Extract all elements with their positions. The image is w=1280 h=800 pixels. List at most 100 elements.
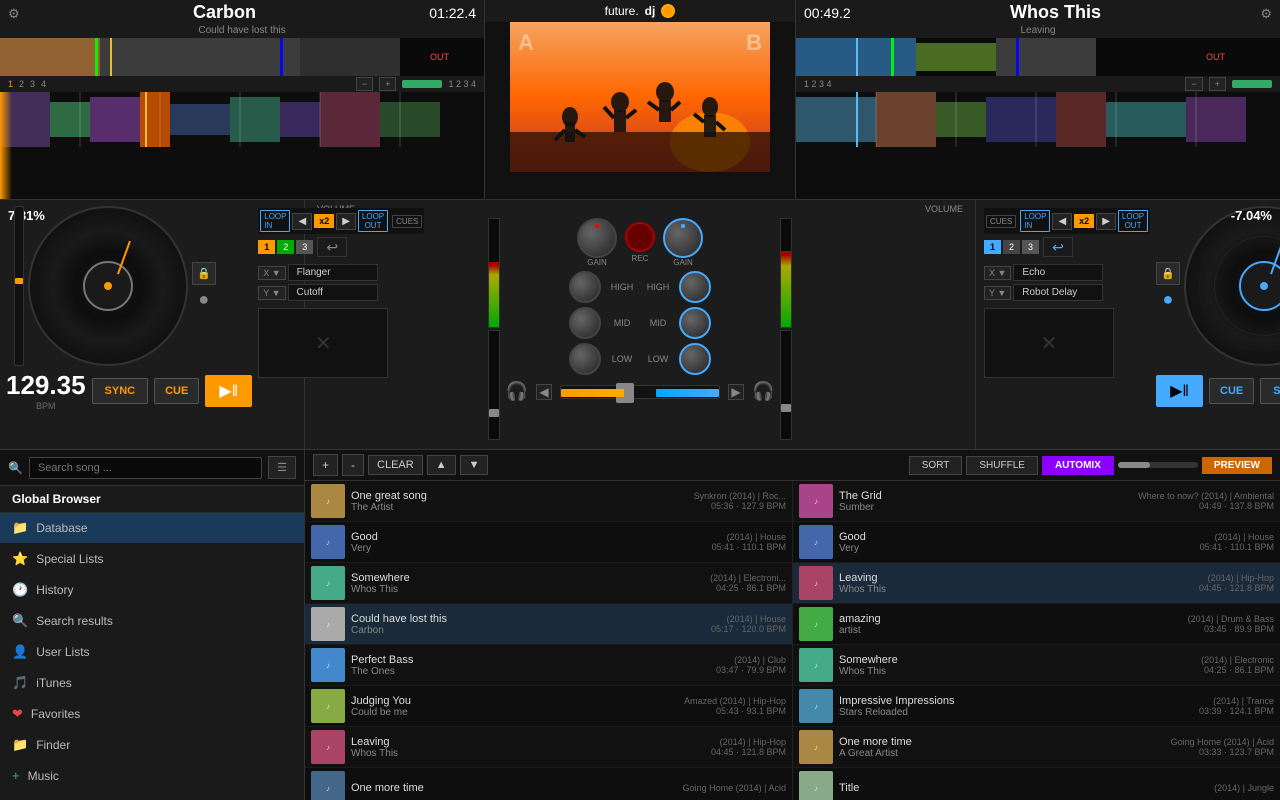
- deck-left-fx-y-btn[interactable]: Y ▼: [258, 286, 285, 300]
- deck-right-plus-btn[interactable]: +: [1209, 77, 1226, 91]
- track-item[interactable]: ♪ One more time Going Home (2014) | Acid: [305, 768, 792, 800]
- deck-left-plus-btn[interactable]: +: [379, 77, 396, 91]
- track-item[interactable]: ♪ Good Very (2014) | House 05:41 · 110.1…: [305, 522, 792, 563]
- track-item[interactable]: ♪ Somewhere Whos This (2014) | Electroni…: [305, 563, 792, 604]
- deck-right-sync-btn[interactable]: SYNC: [1260, 378, 1280, 404]
- mixer-eq-mid-right[interactable]: [679, 307, 711, 339]
- deck-left-fx2[interactable]: Cutoff: [288, 284, 378, 301]
- mixer-left-vol-fader[interactable]: [488, 330, 500, 440]
- track-item[interactable]: ♪ One great song The Artist Synkron (201…: [305, 481, 792, 522]
- mixer-high-label-r: HIGH: [643, 282, 673, 292]
- deck-left-lock-icon[interactable]: 🔒: [192, 262, 216, 285]
- track-item[interactable]: ♪ Leaving Whos This (2014) | Hip-Hop 04:…: [305, 727, 792, 768]
- mixer-volume-right-label: VOLUME: [925, 204, 963, 214]
- deck-left-play-btn[interactable]: ▶‖: [205, 375, 252, 407]
- track-item[interactable]: ♪ Somewhere Whos This (2014) | Electroni…: [793, 645, 1280, 686]
- deck-left-cue-btn[interactable]: CUE: [154, 378, 199, 404]
- deck-right-fx2[interactable]: Robot Delay: [1013, 284, 1103, 301]
- track-info: Somewhere Whos This: [351, 572, 704, 595]
- crossfader-next-btn[interactable]: ▶: [728, 384, 744, 400]
- track-item[interactable]: ♪ amazing artist (2014) | Drum & Bass 03…: [793, 604, 1280, 645]
- toolbar-up-btn[interactable]: ▲: [427, 455, 456, 475]
- deck-right-cue3[interactable]: 3: [1022, 240, 1039, 254]
- sidebar-item-music[interactable]: + Music: [0, 761, 304, 791]
- deck-left-x2-btn[interactable]: x2: [314, 214, 334, 228]
- deck-right-x2-btn[interactable]: x2: [1074, 214, 1094, 228]
- deck-left-pitch-slider[interactable]: [14, 206, 24, 366]
- mixer-eq-high-right[interactable]: [679, 271, 711, 303]
- deck-left-fx-x-btn[interactable]: X ▼: [258, 266, 285, 280]
- search-list-btn[interactable]: ☰: [268, 456, 296, 479]
- toolbar-add-btn[interactable]: +: [313, 454, 338, 476]
- sidebar-item-favorites[interactable]: ❤ Favorites: [0, 699, 304, 730]
- deck-left-cue1[interactable]: 1: [258, 240, 275, 254]
- toolbar-automix-btn[interactable]: AUTOMIX: [1042, 456, 1114, 475]
- deck-right-turntable[interactable]: [1184, 206, 1280, 366]
- deck-left-cue3[interactable]: 3: [296, 240, 313, 254]
- track-item[interactable]: ♪ Impressive Impressions Stars Reloaded …: [793, 686, 1280, 727]
- track-item[interactable]: ♪ Could have lost this Carbon (2014) | H…: [305, 604, 792, 645]
- headphone-right-icon[interactable]: 🎧: [752, 381, 774, 402]
- mixer-eq-mid-left[interactable]: [569, 307, 601, 339]
- toolbar-shuffle-btn[interactable]: SHUFFLE: [966, 456, 1038, 475]
- deck-right-fx-y-btn[interactable]: Y ▼: [984, 286, 1011, 300]
- sidebar-item-user-lists[interactable]: 👤 User Lists: [0, 637, 304, 668]
- deck-left-turntable[interactable]: [28, 206, 188, 366]
- deck-right-cue2[interactable]: 2: [1003, 240, 1020, 254]
- toolbar-sort-btn[interactable]: SORT: [909, 456, 963, 475]
- mixer-right-vol-fader[interactable]: [780, 330, 792, 440]
- mixer-eq-low-right[interactable]: [679, 343, 711, 375]
- crossfader-prev-btn[interactable]: ◀: [536, 384, 552, 400]
- deck-right-cue1[interactable]: 1: [984, 240, 1001, 254]
- deck-right-minus-btn[interactable]: −: [1185, 77, 1202, 91]
- mixer-eq-low-left[interactable]: [569, 343, 601, 375]
- deck-right-title: Whos This: [1010, 2, 1101, 23]
- crossfader[interactable]: [560, 385, 720, 399]
- sidebar-icon-special-lists: ⭐: [12, 551, 28, 567]
- deck-left-minus-btn[interactable]: −: [356, 77, 373, 91]
- deck-right-controls: CUES LOOPIN ◀ x2 ▶ LOOPOUT 1 2 3 ↩ X ▼ E…: [975, 200, 1280, 449]
- deck-left-sync-btn[interactable]: SYNC: [92, 378, 149, 404]
- mixer-gain-left-knob[interactable]: [577, 218, 617, 258]
- sidebar-item-history[interactable]: 🕐 History: [0, 575, 304, 606]
- deck-right-play-btn[interactable]: ▶‖: [1156, 375, 1203, 407]
- sidebar-item-database[interactable]: 📁 Database: [0, 513, 304, 544]
- deck-left-cue2[interactable]: 2: [277, 240, 294, 254]
- toolbar-preview-btn[interactable]: PREVIEW: [1202, 457, 1272, 474]
- deck-left-subtitle: Could have lost this: [0, 25, 484, 38]
- deck-right-fx-x-btn[interactable]: X ▼: [984, 266, 1011, 280]
- sidebar-icon-search-results: 🔍: [12, 613, 28, 629]
- track-item[interactable]: ♪ One more time A Great Artist Going Hom…: [793, 727, 1280, 768]
- track-item[interactable]: ♪ The Grid Sumber Where to now? (2014) |…: [793, 481, 1280, 522]
- track-item[interactable]: ♪ Title (2014) | Jungle: [793, 768, 1280, 800]
- sidebar-item-itunes[interactable]: 🎵 iTunes: [0, 668, 304, 699]
- deck-right-gear-icon[interactable]: ⚙: [1260, 6, 1272, 22]
- mixer-rec-btn[interactable]: [625, 222, 655, 252]
- sidebar-item-special-lists[interactable]: ⭐ Special Lists: [0, 544, 304, 575]
- search-input[interactable]: [29, 457, 262, 479]
- headphone-left-icon[interactable]: 🎧: [506, 381, 528, 402]
- sidebar-item-search-results[interactable]: 🔍 Search results: [0, 606, 304, 637]
- deck-left-pitch-dot: ●: [198, 289, 209, 310]
- mixer-eq-high-left[interactable]: [569, 271, 601, 303]
- track-item[interactable]: ♪ Perfect Bass The Ones (2014) | Club 03…: [305, 645, 792, 686]
- mixer-gain-right-knob[interactable]: [663, 218, 703, 258]
- sidebar-item-movies[interactable]: + Movies: [0, 791, 304, 800]
- toolbar-remove-btn[interactable]: -: [342, 454, 364, 476]
- sidebar-item-finder[interactable]: 📁 Finder: [0, 730, 304, 761]
- toolbar-down-btn[interactable]: ▼: [460, 455, 489, 475]
- deck-left-loop-prev-btn[interactable]: ◀: [292, 213, 312, 230]
- toolbar-clear-btn[interactable]: CLEAR: [368, 455, 423, 475]
- deck-left-loop-out-label: LOOPOUT: [358, 210, 388, 232]
- deck-left-gear-icon[interactable]: ⚙: [8, 6, 20, 22]
- deck-right-fx1[interactable]: Echo: [1013, 264, 1103, 281]
- deck-right-loop-prev-btn[interactable]: ◀: [1052, 213, 1072, 230]
- track-item[interactable]: ♪ Judging You Could be me Amazed (2014) …: [305, 686, 792, 727]
- track-item[interactable]: ♪ Leaving Whos This (2014) | Hip-Hop 04:…: [793, 563, 1280, 604]
- deck-right-cue-btn[interactable]: CUE: [1209, 378, 1254, 404]
- deck-left-loop-next-btn[interactable]: ▶: [336, 213, 356, 230]
- track-item[interactable]: ♪ Good Very (2014) | House 05:41 · 110.1…: [793, 522, 1280, 563]
- deck-left-fx1[interactable]: Flanger: [288, 264, 378, 281]
- deck-right-lock-icon[interactable]: 🔒: [1156, 262, 1180, 285]
- deck-right-loop-next-btn[interactable]: ▶: [1096, 213, 1116, 230]
